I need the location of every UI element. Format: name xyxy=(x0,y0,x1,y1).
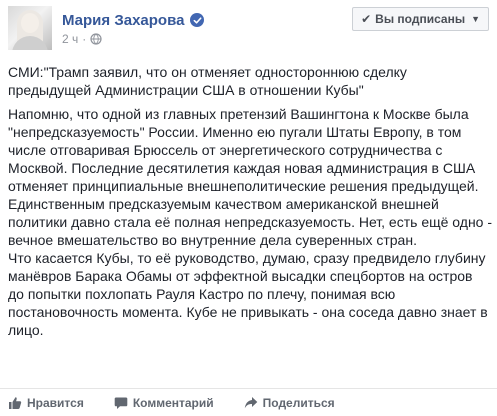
post-header: Мария Захарова 2 ч · ✔ Вы подписаны ▼ xyxy=(0,0,497,56)
meta-separator: · xyxy=(82,32,87,46)
author-row: Мария Захарова xyxy=(62,11,205,29)
post-timestamp[interactable]: 2 ч xyxy=(62,32,78,46)
like-label: Нравится xyxy=(27,395,84,410)
subscribed-button[interactable]: ✔ Вы подписаны ▼ xyxy=(352,7,489,31)
share-icon xyxy=(244,396,257,408)
comment-label: Комментарий xyxy=(132,395,214,410)
avatar[interactable] xyxy=(8,6,52,50)
like-button[interactable]: Нравится xyxy=(8,396,84,410)
verified-icon xyxy=(190,13,205,27)
subscribed-label: Вы подписаны xyxy=(375,12,466,26)
share-label: Поделиться xyxy=(262,395,335,410)
globe-icon[interactable] xyxy=(90,33,102,45)
share-button[interactable]: Поделиться xyxy=(244,396,335,410)
facebook-post: Мария Захарова 2 ч · ✔ Вы подписаны ▼ СМ… xyxy=(0,0,497,415)
post-paragraph-2: Что касается Кубы, то её руководство, ду… xyxy=(8,250,488,338)
post-body: СМИ:"Трамп заявил, что он отменяет однос… xyxy=(8,63,492,339)
post-actions-bar: Нравится Комментарий Поделиться xyxy=(0,388,497,416)
post-lead: СМИ:"Трамп заявил, что он отменяет однос… xyxy=(8,64,407,98)
author-name[interactable]: Мария Захарова xyxy=(62,12,184,29)
comment-icon xyxy=(114,397,128,409)
like-icon xyxy=(9,396,22,409)
check-icon: ✔ xyxy=(361,12,372,26)
post-meta: 2 ч · xyxy=(62,32,102,46)
caret-down-icon: ▼ xyxy=(471,14,480,24)
comment-button[interactable]: Комментарий xyxy=(114,396,214,410)
post-paragraph-1: Напомню, что одной из главных претензий … xyxy=(8,106,493,248)
